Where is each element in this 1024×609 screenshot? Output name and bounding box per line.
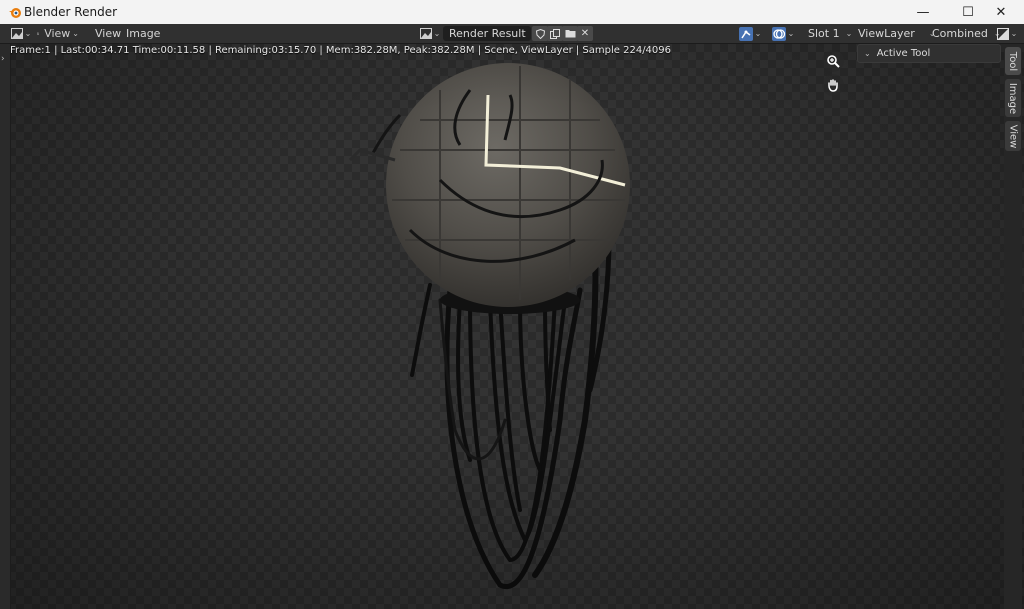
toolbar-toggle-strip[interactable]: › (0, 44, 11, 609)
active-tool-panel-title: Active Tool (876, 48, 931, 59)
active-tool-panel-header[interactable]: ⌄ Active Tool (857, 44, 1001, 63)
editor-type-selector[interactable]: ⌄ (10, 26, 32, 41)
menu-view[interactable]: View (95, 25, 121, 42)
view-mode-selector[interactable]: View ⌄ (37, 26, 79, 41)
render-image (348, 63, 630, 589)
image-editor-header: ⌄ View ⌄ View Image ⌄ Render Result ✕ ⌄ … (0, 24, 1024, 44)
render-pass-dropdown[interactable]: Combined ⌄ (932, 26, 1001, 41)
chevron-down-icon: ⌄ (845, 29, 853, 38)
image-view-icon (37, 32, 40, 35)
zoom-button[interactable] (822, 50, 844, 72)
tab-image[interactable]: Image (1005, 79, 1021, 117)
render-stats: Frame:1 | Last:00:34.71 Time:00:11.58 | … (10, 45, 672, 56)
pan-button[interactable] (822, 74, 844, 96)
shield-icon (535, 28, 545, 39)
display-channels-selector[interactable]: ⌄ (995, 26, 1019, 41)
chevron-down-icon: ⌄ (864, 49, 871, 58)
overlays-toggle[interactable]: ⌄ (768, 26, 798, 41)
hand-icon (828, 79, 838, 92)
minimize-button[interactable]: — (900, 0, 946, 24)
tab-view[interactable]: View (1005, 121, 1021, 151)
unlink-image-button[interactable]: ✕ (577, 26, 593, 41)
window-title: Blender Render (24, 5, 118, 19)
image-name-field[interactable]: Render Result (443, 26, 531, 41)
menu-image[interactable]: Image (126, 25, 160, 42)
chevron-down-icon: ⌄ (24, 29, 32, 38)
close-icon: ✕ (580, 28, 590, 39)
new-image-button[interactable] (547, 26, 563, 41)
duplicate-icon (550, 28, 560, 39)
chevron-right-icon: › (1, 54, 5, 64)
view-mode-label: View (44, 27, 71, 40)
folder-icon (565, 30, 575, 38)
image-browse-button[interactable]: ⌄ (419, 26, 441, 41)
zoom-icon (827, 55, 840, 68)
overlays-icon (771, 26, 786, 41)
chevron-down-icon: ⌄ (1010, 29, 1018, 38)
chevron-down-icon: ⌄ (72, 29, 79, 38)
open-image-button[interactable] (562, 26, 578, 41)
tab-tool[interactable]: Tool (1005, 47, 1021, 75)
blender-logo-icon (9, 8, 21, 18)
chevron-down-icon: ⌄ (433, 29, 441, 38)
chevron-down-icon: ⌄ (754, 29, 762, 38)
window-title-bar: Blender Render — ☐ ✕ (0, 0, 1024, 24)
image-browse-icon (419, 28, 432, 39)
sidebar-tabs: Tool Image View (1004, 44, 1022, 609)
image-editor-icon (10, 28, 23, 39)
slot-dropdown[interactable]: Slot 1 ⌄ (808, 26, 852, 41)
gizmo-toggle[interactable]: ⌄ (735, 26, 765, 41)
color-alpha-icon (996, 27, 1009, 40)
fake-user-button[interactable] (532, 26, 548, 41)
view-layer-dropdown[interactable]: ViewLayer ⌄ (858, 26, 935, 41)
image-viewport[interactable] (0, 44, 1024, 609)
close-window-button[interactable]: ✕ (978, 0, 1024, 24)
chevron-down-icon: ⌄ (787, 29, 795, 38)
gizmo-icon (738, 26, 753, 41)
